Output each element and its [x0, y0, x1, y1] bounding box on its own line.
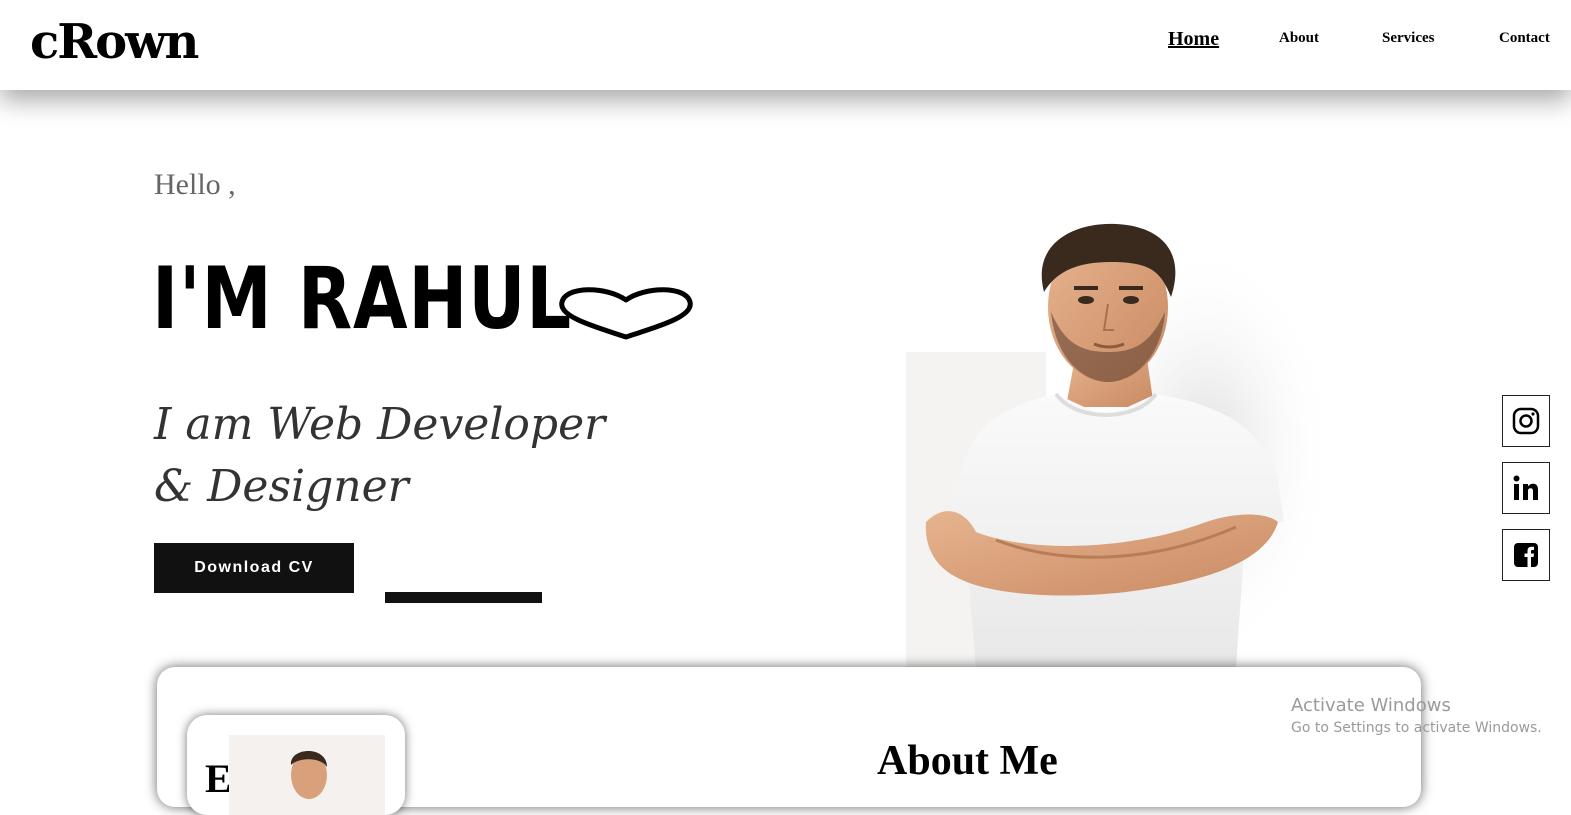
- nav-home-link[interactable]: Home: [1168, 28, 1219, 51]
- nav-about-link[interactable]: About: [1279, 30, 1319, 47]
- greeting-text: Hello ,: [154, 168, 236, 201]
- tagline-line-1: I am Web Developer: [154, 399, 606, 450]
- instagram-icon: [1512, 407, 1540, 435]
- nav-contact-link[interactable]: Contact: [1499, 30, 1550, 47]
- about-thumbnail: E: [187, 715, 405, 815]
- decorative-underline: [385, 592, 542, 603]
- tagline-line-2: & Designer: [154, 461, 409, 512]
- person-portrait: [906, 223, 1326, 668]
- nav-services-link[interactable]: Services: [1382, 30, 1434, 47]
- about-thumb-letter: E: [205, 756, 232, 801]
- linkedin-link[interactable]: [1502, 462, 1550, 514]
- download-cv-button[interactable]: Download CV: [154, 543, 354, 593]
- instagram-link[interactable]: [1502, 395, 1550, 447]
- about-portrait-image: [229, 735, 385, 815]
- facebook-link[interactable]: [1502, 529, 1550, 581]
- navbar: cRown Home About Services Contact: [0, 0, 1571, 90]
- heart-icon: [559, 287, 693, 340]
- linkedin-icon: [1513, 475, 1538, 500]
- hero-tagline: I am Web Developer & Designer: [154, 394, 674, 518]
- site-logo[interactable]: cRown: [30, 12, 199, 72]
- about-card: E About Me: [157, 667, 1421, 815]
- facebook-icon: [1514, 543, 1538, 567]
- hero-name-heading: I'M RAHUL: [152, 249, 573, 349]
